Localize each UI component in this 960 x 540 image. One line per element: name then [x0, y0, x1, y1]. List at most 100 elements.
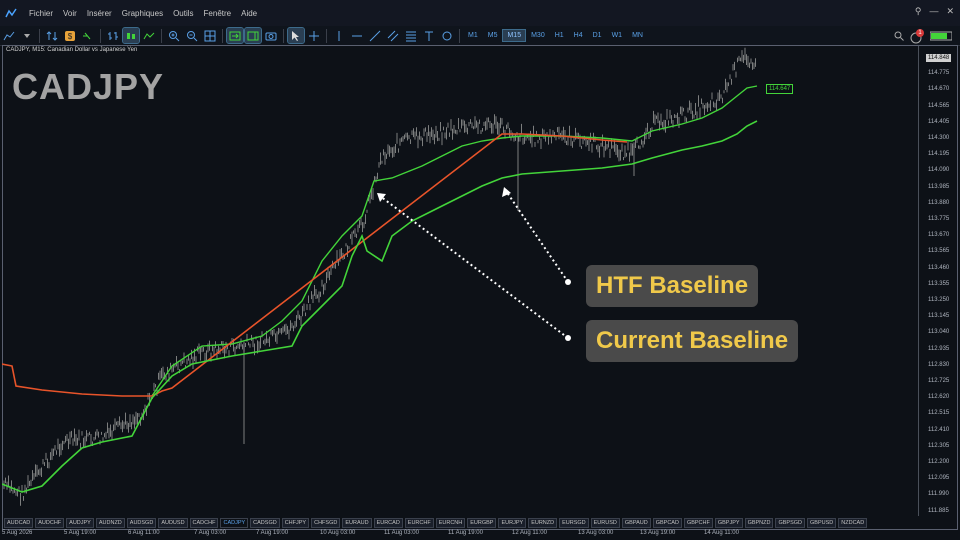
symbol-tab-audsgd[interactable]: AUDSGD: [126, 518, 157, 528]
symbol-tab-gbpsgd[interactable]: GBPSGD: [775, 518, 806, 528]
symbol-tab-gbpnzd[interactable]: GBPNZD: [744, 518, 774, 528]
symbol-tab-eurjpy[interactable]: EURJPY: [498, 518, 527, 528]
sort-icon[interactable]: [44, 28, 60, 43]
price-tick: 112.410: [928, 426, 950, 433]
symbol-tab-eursgd[interactable]: EURSGD: [559, 518, 589, 528]
timeframe-m30[interactable]: M30: [527, 30, 549, 41]
menu-window[interactable]: Fenêtre: [199, 9, 237, 18]
symbol-tab-audusd[interactable]: AUDUSD: [158, 518, 188, 528]
menu-file[interactable]: Fichier: [24, 9, 58, 18]
symbol-tab-audchf[interactable]: AUDCHF: [35, 518, 65, 528]
symbol-tab-audnzd[interactable]: AUDNZD: [95, 518, 125, 528]
symbol-tab-eurgbp[interactable]: EURGBP: [467, 518, 497, 528]
new-chart-icon[interactable]: [1, 28, 17, 43]
menu-view[interactable]: Voir: [58, 9, 82, 18]
symbol-tab-gbpusd[interactable]: GBPUSD: [807, 518, 837, 528]
symbol-tab-gbpchf[interactable]: GBPCHF: [683, 518, 713, 528]
timeframe-mn[interactable]: MN: [628, 30, 647, 41]
grid-icon[interactable]: [202, 28, 218, 43]
price-tick: 113.985: [928, 183, 950, 190]
annotation-arrows: [379, 190, 569, 339]
symbol-tab-eurnzd[interactable]: EURNZD: [528, 518, 558, 528]
time-tick: 12 Aug 11:00: [512, 530, 547, 536]
vertical-line-icon[interactable]: [331, 28, 347, 43]
channel-icon[interactable]: [385, 28, 401, 43]
fibonacci-icon[interactable]: [403, 28, 419, 43]
price-tick: 113.670: [928, 232, 950, 239]
menu-help[interactable]: Aide: [236, 9, 262, 18]
price-tick: 114.565: [928, 102, 950, 109]
price-tick: 113.040: [928, 329, 950, 336]
symbol-tab-euraud[interactable]: EURAUD: [342, 518, 372, 528]
notification-icon[interactable]: 1: [910, 29, 924, 44]
time-tick: 6 Aug 11:00: [128, 530, 160, 536]
timeframe-d1[interactable]: D1: [589, 30, 606, 41]
dropdown-icon[interactable]: [19, 28, 35, 43]
symbol-tab-nzdcad[interactable]: NZDCAD: [838, 518, 868, 528]
horizontal-line-icon[interactable]: [349, 28, 365, 43]
chart-shift-icon[interactable]: [244, 27, 262, 44]
price-tick: 113.775: [928, 216, 950, 222]
trendline-icon[interactable]: [367, 28, 383, 43]
bar-chart-icon[interactable]: [105, 28, 121, 43]
symbol-tab-gbpaud[interactable]: GBPAUD: [621, 518, 651, 528]
menu-insert[interactable]: Insérer: [82, 9, 117, 18]
price-tick: 113.145: [928, 313, 950, 320]
screenshot-icon[interactable]: [263, 28, 279, 43]
timeframe-m5[interactable]: M5: [484, 30, 502, 41]
toolbar-separator: [283, 28, 284, 43]
current-baseline-label: Current Baseline: [586, 320, 799, 362]
trading-icon[interactable]: $: [62, 28, 78, 43]
signal-strength-icon: [929, 28, 953, 46]
symbol-tab-audcad[interactable]: AUDCAD: [4, 518, 34, 528]
menu-tools[interactable]: Outils: [168, 9, 198, 18]
symbol-tab-audjpy[interactable]: AUDJPY: [66, 518, 94, 528]
symbol-tab-eurcad[interactable]: EURCAD: [373, 518, 403, 528]
time-axis: 5 Aug 2026 5 Aug 19:00 6 Aug 11:00 7 Aug 03…: [0, 529, 918, 540]
toolbar: $ M1 M5 M15 M30 H1 H4 D1 W1 MN 1: [0, 26, 960, 46]
crosshair-icon[interactable]: [306, 28, 322, 43]
autoscroll-icon[interactable]: [226, 27, 244, 44]
symbol-tab-gbpjpy[interactable]: GBPJPY: [714, 518, 743, 528]
symbol-tab-cadchf[interactable]: CADCHF: [189, 518, 219, 528]
minimize-icon[interactable]: —: [929, 6, 938, 17]
pin-icon[interactable]: ⚲: [915, 6, 922, 17]
cursor-icon[interactable]: [287, 27, 305, 44]
arrow-current-head: [377, 193, 386, 202]
timeframe-m1[interactable]: M1: [464, 30, 482, 41]
symbol-tab-eurusd[interactable]: EURUSD: [590, 518, 620, 528]
text-tool-icon[interactable]: [421, 28, 437, 43]
baseline-price-marker: 114.647: [766, 84, 794, 94]
timeframe-h4[interactable]: H4: [570, 30, 587, 41]
search-icon[interactable]: [894, 28, 904, 46]
symbol-tab-gbpcad[interactable]: GBPCAD: [652, 518, 682, 528]
symbol-tab-chfjpy[interactable]: CHFJPY: [281, 518, 310, 528]
close-icon[interactable]: ✕: [946, 6, 954, 17]
price-tick: 113.460: [928, 264, 950, 271]
zoom-out-icon[interactable]: [184, 28, 200, 43]
timeframe-h1[interactable]: H1: [551, 30, 568, 41]
time-tick: 11 Aug 03:00: [384, 530, 419, 536]
timeframe-w1[interactable]: W1: [608, 30, 627, 41]
algo-icon[interactable]: [80, 28, 96, 43]
price-tick: 114.195: [928, 151, 950, 158]
toolbar-separator: [39, 28, 40, 43]
zoom-in-icon[interactable]: [166, 28, 182, 43]
symbol-tabs: AUDCAD AUDCHF AUDJPY AUDNZD AUDSGD AUDUSD CADC…: [4, 518, 868, 528]
symbol-tab-eurcnh[interactable]: EURCNH: [435, 518, 466, 528]
symbol-tab-cadjpy[interactable]: CADJPY: [220, 518, 249, 528]
symbol-tab-eurchf[interactable]: EURCHF: [404, 518, 434, 528]
line-chart-icon[interactable]: [141, 28, 157, 43]
symbol-tab-chfsgd[interactable]: CHFSGD: [311, 518, 341, 528]
time-tick: 5 Aug 2026: [2, 530, 33, 536]
price-chart[interactable]: [2, 46, 918, 518]
symbol-tab-cadsgd[interactable]: CADSGD: [250, 518, 280, 528]
price-tick: 113.355: [928, 280, 950, 287]
timeframe-m15[interactable]: M15: [502, 29, 527, 42]
price-tick: 114.090: [928, 167, 950, 174]
candlestick-icon[interactable]: [122, 27, 140, 44]
shapes-icon[interactable]: [439, 28, 455, 43]
menu-charts[interactable]: Graphiques: [117, 9, 168, 18]
window-controls: ⚲ — ✕: [915, 6, 954, 17]
arrow-htf-dot: [565, 279, 571, 285]
